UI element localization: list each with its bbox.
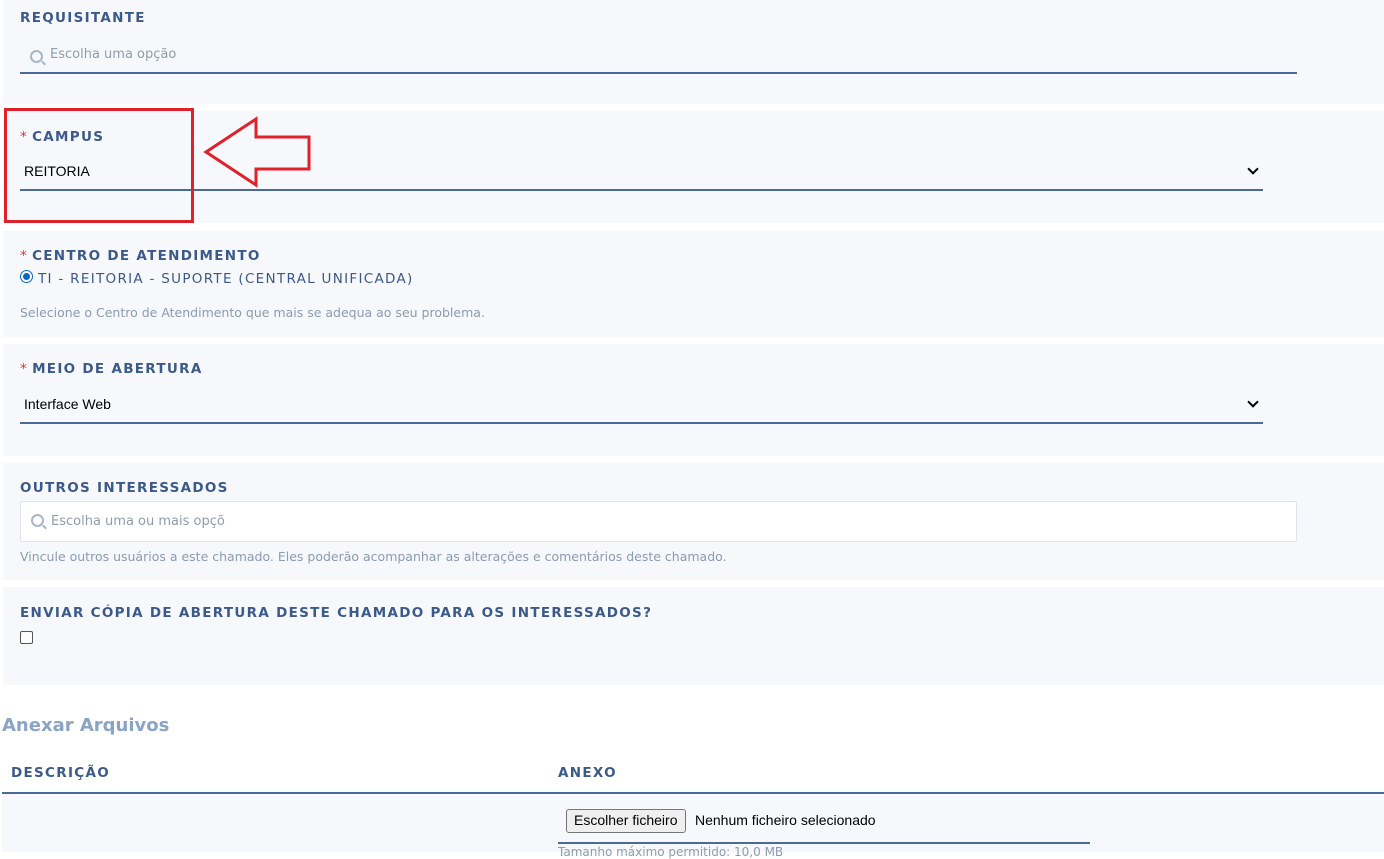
centro-atendimento-help: Selecione o Centro de Atendimento que ma… — [20, 305, 485, 320]
outros-interessados-placeholder: Escolha uma ou mais opçõ — [51, 514, 225, 529]
meio-abertura-section: * MEIO DE ABERTURA Interface Web — [3, 344, 1384, 456]
centro-atendimento-label: * CENTRO DE ATENDIMENTO — [20, 248, 261, 264]
requisitante-label: REQUISITANTE — [20, 10, 146, 26]
outros-interessados-section: OUTROS INTERESSADOS Escolha uma ou mais … — [3, 463, 1384, 580]
required-mark: * — [20, 248, 29, 264]
search-icon — [31, 514, 44, 527]
chevron-down-icon — [1247, 396, 1259, 408]
requisitante-search-input[interactable]: Escolha uma opção — [20, 38, 1297, 74]
col-header-descricao: DESCRIÇÃO — [11, 765, 111, 781]
meio-abertura-select[interactable]: Interface Web — [20, 386, 1263, 424]
centro-atendimento-section: * CENTRO DE ATENDIMENTO TI - REITORIA - S… — [3, 231, 1384, 337]
meio-abertura-label: * MEIO DE ABERTURA — [20, 361, 203, 377]
required-mark: * — [20, 361, 29, 377]
file-size-note: Tamanho máximo permitido: 10,0 MB — [558, 845, 784, 859]
file-status: Nenhum ficheiro selecionado — [695, 812, 876, 828]
attach-files-title: Anexar Arquivos — [2, 715, 170, 736]
outros-interessados-label: OUTROS INTERESSADOS — [20, 480, 229, 496]
annotation-arrow-icon — [203, 116, 311, 188]
chevron-down-icon — [1247, 163, 1259, 175]
outros-interessados-search-input[interactable]: Escolha uma ou mais opçõ — [20, 501, 1297, 542]
choose-file-button[interactable]: Escolher ficheiro — [566, 809, 686, 833]
meio-abertura-value: Interface Web — [24, 396, 111, 412]
file-input-underline — [558, 842, 1090, 844]
col-header-anexo: ANEXO — [558, 765, 617, 781]
annotation-highlight-box — [4, 108, 194, 223]
enviar-copia-checkbox[interactable] — [20, 631, 33, 644]
search-icon — [30, 50, 43, 63]
enviar-copia-label: ENVIAR CÓPIA DE ABERTURA DESTE CHAMADO P… — [20, 605, 653, 621]
centro-atendimento-option[interactable]: TI - REITORIA - SUPORTE (CENTRAL UNIFICA… — [38, 271, 414, 287]
centro-atendimento-radio[interactable] — [20, 270, 33, 283]
enviar-copia-section: ENVIAR CÓPIA DE ABERTURA DESTE CHAMADO P… — [3, 587, 1384, 685]
outros-interessados-help: Vincule outros usuários a este chamado. … — [20, 549, 727, 564]
requisitante-placeholder: Escolha uma opção — [50, 47, 177, 62]
requisitante-section: REQUISITANTE Escolha uma opção — [3, 0, 1384, 104]
